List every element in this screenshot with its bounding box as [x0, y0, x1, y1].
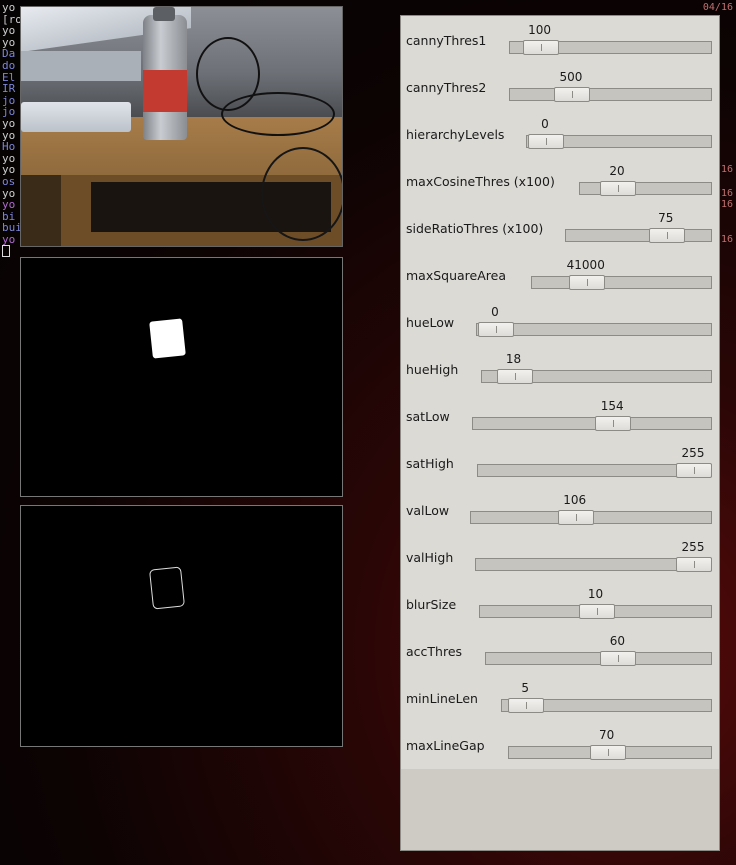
trackbar-value: 75 — [658, 211, 674, 225]
trackbar-value: 255 — [681, 540, 705, 554]
trackbar-label: hueHigh — [406, 362, 459, 377]
trackbar-cannyThres1: cannyThres1 100 — [401, 16, 719, 63]
trackbar-handle[interactable] — [528, 134, 564, 149]
camera-papers — [21, 102, 131, 132]
terminal-timestamp: 04/16 — [702, 2, 733, 13]
trackbar-sideRatioThres: sideRatioThres (x100) 75 — [401, 204, 719, 251]
trackbar-value: 154 — [600, 399, 624, 413]
trackbar-value: 20 — [609, 164, 625, 178]
mask-blob — [149, 318, 186, 359]
edge-contour — [148, 566, 186, 610]
trackbar-handle[interactable] — [496, 369, 533, 384]
trackbar-maxCosineThres: maxCosineThres (x100) 20 — [401, 157, 719, 204]
trackbar-handle[interactable] — [600, 651, 637, 666]
trackbar-value: 41000 — [566, 258, 605, 272]
trackbar-label: maxCosineThres (x100) — [406, 174, 555, 189]
trackbar-slider[interactable] — [526, 134, 712, 149]
trackbar-hueLow: hueLow 0 — [401, 298, 719, 345]
trackbar-slider[interactable] — [477, 463, 712, 478]
trackbar-label: valHigh — [406, 550, 454, 565]
trackbar-handle[interactable] — [648, 228, 685, 243]
trackbar-label: sideRatioThres (x100) — [406, 221, 544, 236]
trackbar-value: 100 — [528, 23, 551, 37]
trackbar-slider[interactable] — [481, 369, 712, 384]
trackbar-hierarchyLevels: hierarchyLevels 0 — [401, 110, 719, 157]
trackbar-value: 255 — [681, 446, 705, 460]
camera-view-window — [20, 6, 343, 247]
trackbar-blurSize: blurSize 10 — [401, 580, 719, 627]
trackbar-handle[interactable] — [578, 604, 615, 619]
trackbar-handle[interactable] — [522, 40, 559, 55]
trackbar-minLineLen: minLineLen 5 — [401, 674, 719, 721]
trackbar-value: 0 — [541, 117, 549, 131]
trackbar-label: satHigh — [406, 456, 454, 471]
trackbar-label: valLow — [406, 503, 450, 518]
trackbar-label: cannyThres1 — [406, 33, 487, 48]
edge-detection-window — [20, 505, 343, 747]
trackbar-slider[interactable] — [531, 275, 712, 290]
trackbar-value: 0 — [491, 305, 499, 319]
terminal-cursor — [2, 245, 10, 258]
trackbar-slider[interactable] — [501, 698, 712, 713]
trackbar-slider[interactable] — [508, 745, 712, 760]
trackbar-slider[interactable] — [579, 181, 712, 196]
trackbar-slider[interactable] — [470, 510, 712, 525]
panel-empty-area — [401, 769, 719, 850]
trackbar-value: 18 — [505, 352, 522, 366]
trackbar-satLow: satLow 154 — [401, 392, 719, 439]
trackbar-value: 70 — [599, 728, 615, 742]
trackbar-handle[interactable] — [676, 463, 712, 478]
trackbar-handle[interactable] — [595, 416, 632, 431]
trackbar-maxSquareArea: maxSquareArea 41000 — [401, 251, 719, 298]
trackbar-label: cannyThres2 — [406, 80, 487, 95]
trackbar-slider[interactable] — [565, 228, 712, 243]
trackbar-value: 5 — [521, 681, 530, 695]
trackbar-label: maxSquareArea — [406, 268, 507, 283]
trackbar-handle[interactable] — [553, 87, 590, 102]
trackbar-accThres: accThres 60 — [401, 627, 719, 674]
trackbar-control-panel: cannyThres1 100 cannyThres2 500 hierarchyLev… — [400, 15, 720, 851]
trackbar-hueHigh: hueHigh 18 — [401, 345, 719, 392]
threshold-mask-window — [20, 257, 343, 497]
camera-cable — [261, 147, 342, 241]
camera-paper-sheet-2 — [21, 51, 141, 81]
trackbar-handle[interactable] — [676, 557, 712, 572]
trackbar-valLow: valLow 106 — [401, 486, 719, 533]
trackbar-slider[interactable] — [509, 40, 712, 55]
trackbar-cannyThres2: cannyThres2 500 — [401, 63, 719, 110]
trackbar-handle[interactable] — [508, 698, 545, 713]
trackbar-slider[interactable] — [479, 604, 712, 619]
trackbar-maxLineGap: maxLineGap 70 — [401, 721, 719, 768]
trackbar-label: accThres — [406, 644, 463, 659]
trackbar-slider[interactable] — [472, 416, 712, 431]
camera-bottle-label — [143, 70, 187, 112]
trackbar-valHigh: valHigh 255 — [401, 533, 719, 580]
trackbar-handle[interactable] — [600, 181, 636, 196]
terminal-cursor-row — [2, 245, 402, 258]
trackbar-slider[interactable] — [509, 87, 712, 102]
trackbar-satHigh: satHigh 255 — [401, 439, 719, 486]
trackbar-handle[interactable] — [557, 510, 594, 525]
camera-cable — [221, 92, 335, 136]
camera-bottle-cap — [153, 7, 175, 21]
trackbar-value: 106 — [563, 493, 587, 507]
trackbar-label: blurSize — [406, 597, 457, 612]
trackbar-value: 500 — [559, 70, 583, 84]
trackbar-label: satLow — [406, 409, 450, 424]
trackbar-slider[interactable] — [485, 651, 712, 666]
trackbar-slider[interactable] — [476, 322, 712, 337]
trackbar-label: hierarchyLevels — [406, 127, 505, 142]
trackbar-value: 60 — [609, 634, 626, 648]
trackbar-label: hueLow — [406, 315, 455, 330]
trackbar-handle[interactable] — [478, 322, 514, 337]
trackbar-label: minLineLen — [406, 691, 478, 706]
trackbar-value: 10 — [587, 587, 604, 601]
trackbar-slider[interactable] — [475, 557, 712, 572]
trackbar-label: maxLineGap — [406, 738, 485, 753]
camera-desk-leg — [21, 175, 61, 246]
trackbar-handle[interactable] — [589, 745, 626, 760]
trackbar-handle[interactable] — [568, 275, 605, 290]
